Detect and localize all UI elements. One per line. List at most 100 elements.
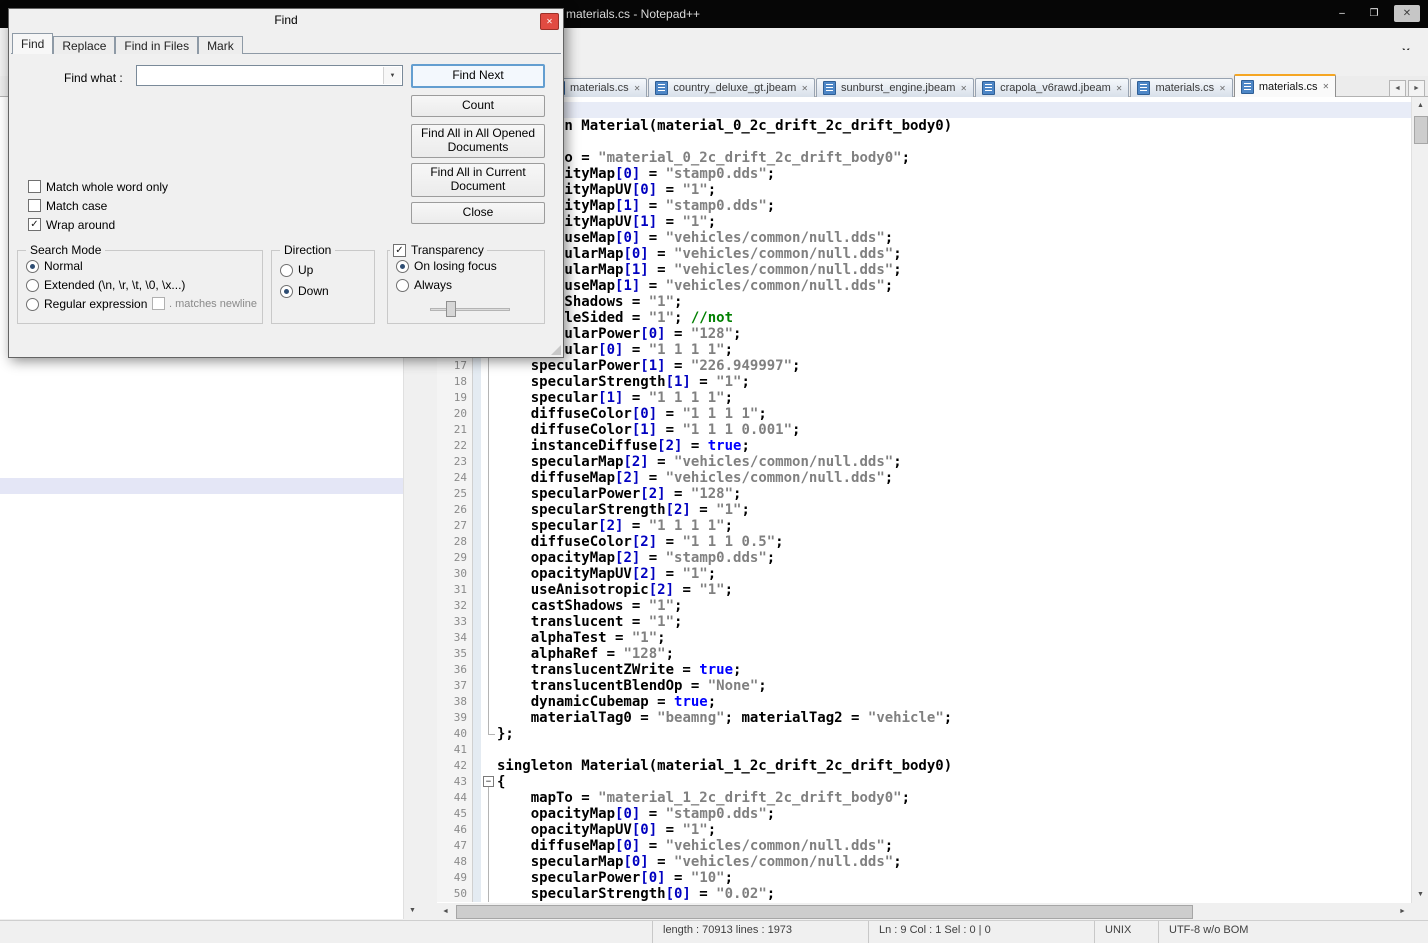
bookmark-margin[interactable] xyxy=(473,678,481,694)
radio-option[interactable]: On losing focus xyxy=(396,259,497,273)
file-tab[interactable]: sunburst_engine.jbeam✕ xyxy=(816,78,974,97)
minimize-button[interactable]: – xyxy=(1330,5,1354,22)
code-line[interactable]: 1 xyxy=(437,102,1411,118)
bookmark-margin[interactable] xyxy=(473,614,481,630)
file-tab[interactable]: country_deluxe_gt.jbeam✕ xyxy=(648,78,815,97)
code-line[interactable]: 49 specularPower[0] = "10"; xyxy=(437,870,1411,886)
code-line[interactable]: 24 diffuseMap[2] = "vehicles/common/null… xyxy=(437,470,1411,486)
count-button[interactable]: Count xyxy=(411,95,545,117)
radio-option[interactable]: Up xyxy=(280,263,313,277)
code-line[interactable]: 7 opacityMap[1] = "stamp0.dds"; xyxy=(437,198,1411,214)
scroll-right-icon[interactable]: ► xyxy=(1394,903,1411,920)
code-line[interactable]: 30 opacityMapUV[2] = "1"; xyxy=(437,566,1411,582)
tab-close-icon[interactable]: ✕ xyxy=(634,84,641,93)
chevron-down-icon[interactable]: ▼ xyxy=(383,67,401,84)
bookmark-margin[interactable] xyxy=(473,566,481,582)
bookmark-margin[interactable] xyxy=(473,422,481,438)
bookmark-margin[interactable] xyxy=(473,550,481,566)
code-line[interactable]: 44 mapTo = "material_1_2c_drift_2c_drift… xyxy=(437,790,1411,806)
radio-option[interactable]: Extended (\n, \r, \t, \0, \x...) xyxy=(26,278,185,292)
code-line[interactable]: 5 opacityMap[0] = "stamp0.dds"; xyxy=(437,166,1411,182)
bookmark-margin[interactable] xyxy=(473,630,481,646)
code-line[interactable]: 48 specularMap[0] = "vehicles/common/nul… xyxy=(437,854,1411,870)
transparency-checkbox[interactable]: ✓ Transparency xyxy=(390,243,487,257)
code-line[interactable]: 19 specular[1] = "1 1 1 1"; xyxy=(437,390,1411,406)
code-line[interactable]: 41 xyxy=(437,742,1411,758)
find-all-opened-button[interactable]: Find All in All Opened Documents xyxy=(411,124,545,158)
code-line[interactable]: 22 instanceDiffuse[2] = true; xyxy=(437,438,1411,454)
close-button[interactable]: ✕ xyxy=(1394,5,1420,22)
code-line[interactable]: 13 castShadows = "1"; xyxy=(437,294,1411,310)
code-line[interactable]: 6 opacityMapUV[0] = "1"; xyxy=(437,182,1411,198)
bookmark-margin[interactable] xyxy=(473,486,481,502)
bookmark-margin[interactable] xyxy=(473,886,481,902)
scroll-up-icon[interactable]: ▲ xyxy=(1412,97,1428,114)
vertical-scroll-thumb[interactable] xyxy=(1414,116,1428,144)
bookmark-margin[interactable] xyxy=(473,598,481,614)
code-line[interactable]: 37 translucentBlendOp = "None"; xyxy=(437,678,1411,694)
resize-grip[interactable] xyxy=(551,345,561,355)
find-dialog-tab[interactable]: Mark xyxy=(198,36,243,54)
tab-close-icon[interactable]: ✕ xyxy=(1323,82,1330,91)
option-checkbox[interactable]: ✓Wrap around xyxy=(28,215,168,234)
tab-scroll-right-icon[interactable]: ► xyxy=(1408,80,1425,97)
code-line[interactable]: 50 specularStrength[0] = "0.02"; xyxy=(437,886,1411,902)
option-checkbox[interactable]: Match whole word only xyxy=(28,177,168,196)
bookmark-margin[interactable] xyxy=(473,454,481,470)
code-line[interactable]: 14 doubleSided = "1"; //not xyxy=(437,310,1411,326)
matches-newline-checkbox[interactable]: . matches newline xyxy=(152,297,257,310)
code-line[interactable]: 11 specularMap[1] = "vehicles/common/nul… xyxy=(437,262,1411,278)
radio-option[interactable]: Always xyxy=(396,278,452,292)
bookmark-margin[interactable] xyxy=(473,822,481,838)
bookmark-margin[interactable] xyxy=(473,726,481,742)
code-line[interactable]: 4 mapTo = "material_0_2c_drift_2c_drift_… xyxy=(437,150,1411,166)
code-line[interactable]: 8 opacityMapUV[1] = "1"; xyxy=(437,214,1411,230)
bookmark-margin[interactable] xyxy=(473,582,481,598)
code-line[interactable]: 17 specularPower[1] = "226.949997"; xyxy=(437,358,1411,374)
code-line[interactable]: 46 opacityMapUV[0] = "1"; xyxy=(437,822,1411,838)
code-line[interactable]: 40}; xyxy=(437,726,1411,742)
find-dialog-tab[interactable]: Find xyxy=(12,33,53,54)
code-line[interactable]: 9 diffuseMap[0] = "vehicles/common/null.… xyxy=(437,230,1411,246)
transparency-slider-track[interactable] xyxy=(430,308,510,311)
file-tab[interactable]: materials.cs✕ xyxy=(1130,78,1232,97)
code-line[interactable]: 36 translucentZWrite = true; xyxy=(437,662,1411,678)
find-next-button[interactable]: Find Next xyxy=(411,64,545,88)
bookmark-margin[interactable] xyxy=(473,358,481,374)
bookmark-margin[interactable] xyxy=(473,406,481,422)
code-line[interactable]: 29 opacityMap[2] = "stamp0.dds"; xyxy=(437,550,1411,566)
option-checkbox[interactable]: Match case xyxy=(28,196,168,215)
bookmark-margin[interactable] xyxy=(473,470,481,486)
bookmark-margin[interactable] xyxy=(473,870,481,886)
find-what-input[interactable]: ▼ xyxy=(136,65,403,86)
find-dialog-tab[interactable]: Find in Files xyxy=(115,36,198,54)
editor-horizontal-scrollbar[interactable]: ◄ ► xyxy=(437,903,1411,920)
scroll-down-icon[interactable]: ▼ xyxy=(404,902,421,919)
transparency-slider-thumb[interactable] xyxy=(446,301,456,317)
code-line[interactable]: 12 diffuseMap[1] = "vehicles/common/null… xyxy=(437,278,1411,294)
bookmark-margin[interactable] xyxy=(473,710,481,726)
file-tab[interactable]: materials.cs✕ xyxy=(1234,74,1336,97)
bookmark-margin[interactable] xyxy=(473,502,481,518)
code-line[interactable]: 43{ xyxy=(437,774,1411,790)
editor-vertical-scrollbar[interactable]: ▲ ▼ xyxy=(1411,97,1428,903)
code-line[interactable]: 42singleton Material(material_1_2c_drift… xyxy=(437,758,1411,774)
bookmark-margin[interactable] xyxy=(473,646,481,662)
bookmark-margin[interactable] xyxy=(473,374,481,390)
bookmark-margin[interactable] xyxy=(473,694,481,710)
scroll-down-icon[interactable]: ▼ xyxy=(1412,886,1428,903)
bookmark-margin[interactable] xyxy=(473,806,481,822)
horizontal-scroll-thumb[interactable] xyxy=(456,905,1193,919)
maximize-button[interactable]: ❐ xyxy=(1362,5,1386,22)
close-find-button[interactable]: Close xyxy=(411,202,545,224)
code-line[interactable]: 47 diffuseMap[0] = "vehicles/common/null… xyxy=(437,838,1411,854)
code-line[interactable]: 25 specularPower[2] = "128"; xyxy=(437,486,1411,502)
code-line[interactable]: 27 specular[2] = "1 1 1 1"; xyxy=(437,518,1411,534)
code-line[interactable]: 18 specularStrength[1] = "1"; xyxy=(437,374,1411,390)
code-line[interactable]: 21 diffuseColor[1] = "1 1 1 0.001"; xyxy=(437,422,1411,438)
tab-close-icon[interactable]: ✕ xyxy=(1219,84,1226,93)
radio-option[interactable]: Normal xyxy=(26,259,83,273)
code-line[interactable]: 31 useAnisotropic[2] = "1"; xyxy=(437,582,1411,598)
code-line[interactable]: 39 materialTag0 = "beamng"; materialTag2… xyxy=(437,710,1411,726)
radio-option[interactable]: Regular expression xyxy=(26,297,147,311)
